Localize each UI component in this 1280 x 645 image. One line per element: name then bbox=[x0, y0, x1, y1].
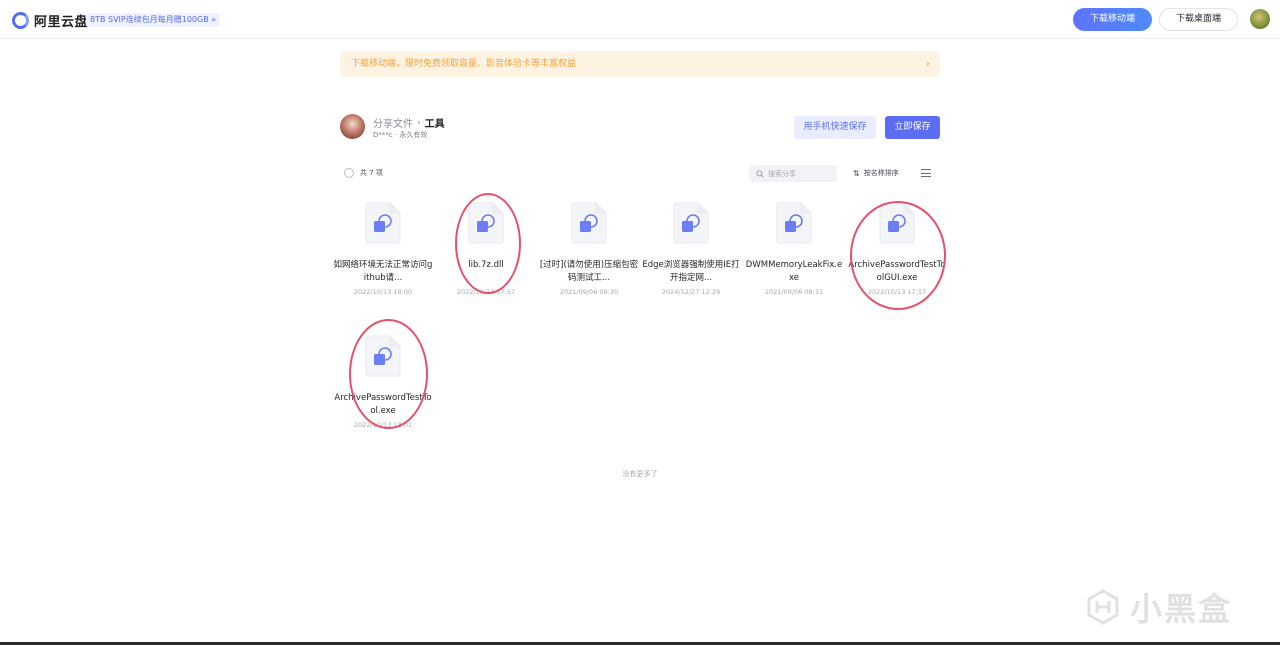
breadcrumb-current-folder: 工具 bbox=[424, 119, 445, 130]
file-name: DWMMemoryLeakFix.exe bbox=[745, 260, 843, 283]
select-all[interactable]: 共 7 项 bbox=[344, 168, 383, 178]
save-by-phone-button[interactable]: 用手机快速保存 bbox=[794, 116, 876, 139]
search-icon bbox=[756, 169, 764, 178]
sharer-avatar bbox=[340, 114, 365, 139]
sort-by-name[interactable]: ⇅ 按名称排序 bbox=[853, 168, 899, 178]
search-input[interactable] bbox=[768, 169, 834, 178]
download-desktop-button[interactable]: 下载桌面端 bbox=[1159, 8, 1238, 31]
file-date: 2021/09/06 08:30 bbox=[559, 288, 619, 296]
breadcrumb: 分享文件 › 工具 bbox=[373, 115, 445, 131]
watermark-text: 小黑盒 bbox=[1130, 590, 1233, 628]
xiaoheihe-logo-icon bbox=[1087, 589, 1119, 625]
chevron-right-icon: › bbox=[925, 57, 930, 70]
file-name: Edge浏览器强制使用IE打开指定网... bbox=[642, 260, 740, 283]
user-avatar[interactable] bbox=[1250, 9, 1270, 29]
no-more-text: 没有更多了 bbox=[622, 470, 658, 478]
aliyun-drive-logo-icon bbox=[12, 12, 29, 29]
save-now-button[interactable]: 立即保存 bbox=[885, 116, 940, 139]
file-icon bbox=[365, 202, 401, 244]
svip-promo-badge[interactable]: 8TB SVIP连续包月每月赠100GB » bbox=[86, 13, 221, 27]
promo-banner[interactable]: 下载移动端，限时免费领取容量、影音体验卡等丰富权益 › bbox=[340, 51, 940, 77]
select-all-checkbox[interactable] bbox=[344, 168, 354, 178]
search-box[interactable] bbox=[749, 165, 837, 182]
breadcrumb-separator: › bbox=[417, 117, 421, 128]
file-date: 2021/09/06 08:31 bbox=[764, 288, 824, 296]
top-bar: 阿里云盘 8TB SVIP连续包月每月赠100GB » 下载移动端 下载桌面端 bbox=[0, 0, 1280, 39]
app-name: 阿里云盘 bbox=[34, 15, 89, 30]
download-mobile-button[interactable]: 下载移动端 bbox=[1073, 8, 1152, 31]
list-view-icon[interactable] bbox=[921, 169, 931, 177]
file-date: 2024/12/27 12:29 bbox=[661, 288, 721, 296]
file-item[interactable]: Edge浏览器强制使用IE打开指定网... 2024/12/27 12:29 bbox=[641, 202, 741, 296]
total-count: 共 7 项 bbox=[360, 169, 383, 177]
file-name: 如网络环境无法正常访问github请... bbox=[333, 260, 433, 283]
file-icon bbox=[673, 202, 709, 244]
promo-banner-text: 下载移动端，限时免费领取容量、影音体验卡等丰富权益 bbox=[351, 59, 577, 69]
file-icon bbox=[571, 202, 607, 244]
annotation-circle bbox=[455, 193, 521, 294]
annotation-circle bbox=[850, 201, 946, 310]
file-item[interactable]: DWMMemoryLeakFix.exe 2021/09/06 08:31 bbox=[744, 202, 844, 296]
file-item[interactable]: 如网络环境无法正常访问github请... 2022/10/13 18:00 bbox=[333, 202, 433, 296]
xiaoheihe-watermark: 小黑盒 bbox=[1086, 584, 1232, 630]
file-item[interactable]: [过时](请勿使用)压缩包密码测试工... 2021/09/06 08:30 bbox=[539, 202, 639, 296]
share-meta: D***c · 永久有效 bbox=[373, 131, 428, 139]
file-name: [过时](请勿使用)压缩包密码测试工... bbox=[539, 260, 639, 283]
sort-icon: ⇅ bbox=[853, 168, 860, 178]
file-date: 2022/10/13 18:00 bbox=[353, 288, 413, 296]
breadcrumb-share-files[interactable]: 分享文件 bbox=[373, 115, 413, 130]
app-logo[interactable]: 阿里云盘 bbox=[12, 11, 88, 30]
sort-label: 按名称排序 bbox=[863, 169, 899, 177]
annotation-circle bbox=[349, 319, 428, 429]
file-icon bbox=[776, 202, 812, 244]
